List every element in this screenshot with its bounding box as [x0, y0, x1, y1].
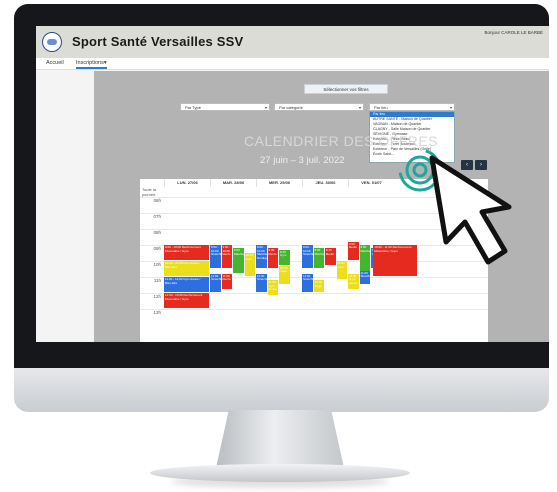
calendar-event[interactable]: 10:00 - 11:00 Renforcement Musculaire / … [373, 245, 417, 276]
calendar-event[interactable]: 10:00 Yoga [279, 265, 290, 284]
calendar-event[interactable]: 11:00 Gym douce [348, 273, 359, 289]
day-header: JEU. 30/06 [302, 179, 348, 187]
calendar-event[interactable]: 9:15 Gym [279, 249, 290, 265]
chevron-down-icon: ▾ [449, 105, 452, 110]
calendar-event[interactable]: 11:00 Stretching [302, 273, 313, 292]
filters-title: Sélectionner vos filtres [304, 84, 388, 94]
nav-item-accueil[interactable]: Accueil [46, 60, 64, 66]
calendar-event[interactable]: 12:00 - 13:00 Renforcement Musculaire / … [164, 293, 209, 308]
all-day-label: Toute la journée [142, 187, 157, 197]
day-header: LUN. 27/06 [164, 179, 210, 187]
place-select[interactable]: Par lieu ▾ [369, 103, 455, 111]
calendar-event[interactable]: 11:00 Renfo [221, 273, 232, 289]
hour-row [140, 229, 488, 230]
chevron-down-icon: ▾ [358, 105, 361, 110]
calendar-title: CALENDRIER DES OFFRES [244, 133, 439, 149]
calendar-event[interactable]: 9:00 - 10:00 Stretching [210, 245, 221, 268]
hour-label: 09h [153, 246, 161, 251]
hour-label: 10h [153, 262, 161, 267]
place-select-value: Par lieu [374, 105, 388, 110]
calendar-event[interactable]: 10:15 Gym [244, 253, 255, 276]
hour-label: 12h [153, 294, 161, 299]
prev-week-button[interactable]: ‹ [461, 160, 473, 170]
calendar-event[interactable]: 9:00 - 10:00 Marche Nordique [256, 245, 267, 268]
ssv-logo-icon[interactable] [42, 32, 62, 52]
monitor-stand-neck [216, 410, 344, 468]
calendar-event[interactable]: 10:00 - 11:00 Gym douce / Bien-être [164, 261, 209, 276]
type-select-value: Par Type [185, 105, 201, 110]
calendar-event[interactable]: 11:00 Stretching [210, 273, 221, 292]
hour-row [140, 197, 488, 198]
calendar-event[interactable]: 11:00 Gym douce [267, 280, 278, 296]
chevron-down-icon: ▾ [264, 105, 267, 110]
calendar-event[interactable]: 9:00 - 10:00 Stretching [302, 245, 313, 268]
calendar-event[interactable]: 9:00 Marche [313, 248, 324, 268]
calendar-event[interactable]: 9:00 - 10:00 Renfo [221, 245, 232, 268]
next-week-button[interactable]: › [475, 160, 487, 170]
calendar-event[interactable]: 9:15 Renfo [325, 248, 336, 265]
day-header: MER. 29/06 [256, 179, 302, 187]
calendar-date-range: 27 juin – 3 juil. 2022 [260, 155, 345, 166]
hour-label: 08h [153, 230, 161, 235]
hour-label: 13h [153, 310, 161, 315]
main-content: Sélectionner vos filtres Par Type ▾ Par … [94, 71, 549, 342]
calendar-event[interactable]: 11:00 - 12:00 Gym douce / Bien-être [164, 277, 209, 292]
hour-label: 06h [153, 198, 161, 203]
week-calendar: Toute la journée LUN. 27/06 MAR. 28/06 MER… [140, 179, 488, 342]
day-header: MAR. 28/06 [210, 179, 256, 187]
app-header: Sport Santé Versailles SSV Bonjour CAROL… [36, 26, 549, 58]
calendar-event[interactable]: 11:00 Yoga [313, 280, 324, 292]
hour-row [140, 309, 488, 310]
calendar-event[interactable]: 9:00 Renfo [348, 241, 359, 260]
main-nav: Accueil Inscriptions▾ [36, 58, 549, 70]
calendar-event[interactable]: 9:00 Renfo [267, 248, 278, 268]
dropdown-option[interactable]: École Saint-... [370, 152, 454, 157]
calendar-event[interactable]: 9:00 - 10:00 Renforcement Musculaire / G… [164, 245, 209, 260]
type-select[interactable]: Par Type ▾ [180, 103, 270, 111]
calendar-event[interactable]: 11:00 Stretching [359, 270, 370, 284]
hour-label: 07h [153, 214, 161, 219]
category-select-value: Par catégorie [279, 105, 303, 110]
monitor-chin [14, 368, 549, 412]
app-title: Sport Santé Versailles SSV [72, 34, 244, 49]
nav-item-inscriptions[interactable]: Inscriptions▾ [76, 60, 107, 69]
hour-label: 11h [153, 278, 161, 283]
calendar-event[interactable]: 9:00 Marche [359, 245, 370, 273]
user-greeting[interactable]: Bonjour CAROLE LE BARBE [484, 30, 543, 35]
monitor-screen: Sport Santé Versailles SSV Bonjour CAROL… [36, 26, 549, 342]
calendar-event[interactable]: 9:00 Marche [233, 248, 244, 273]
day-header: VEN. 01/07 [348, 179, 394, 187]
hour-row [140, 213, 488, 214]
calendar-event[interactable]: 11:00 Stretching [256, 273, 267, 292]
monitor-stand-base [150, 464, 410, 482]
category-select[interactable]: Par catégorie ▾ [274, 103, 364, 111]
calendar-event[interactable]: 10:00 Gym [336, 261, 347, 280]
